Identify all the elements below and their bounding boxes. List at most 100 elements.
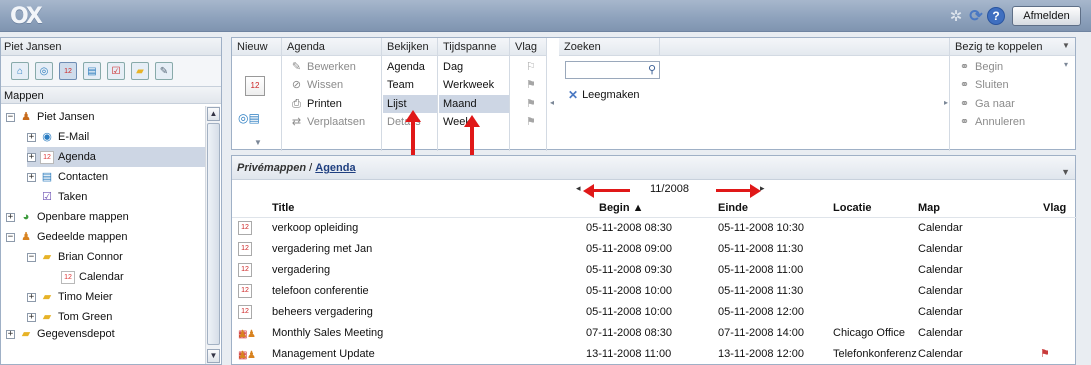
expand-icon[interactable]: + (6, 329, 15, 339)
tree-item-taken[interactable]: ☑ Taken (40, 187, 87, 207)
tasks-icon[interactable]: ▤ (83, 62, 101, 80)
ox-logo: OX (10, 3, 43, 29)
new-contact-icon[interactable]: ◎▤ (238, 111, 260, 125)
tree-item-contacten[interactable]: + ▤ Contacten (27, 167, 108, 187)
scrollbar-thumb[interactable] (207, 123, 220, 345)
table-row[interactable]: 12 vergadering 05-11-2008 09:30 05-11-20… (232, 261, 1077, 281)
column-header-einde[interactable]: Einde (718, 202, 748, 214)
tree-item-label: Contacten (58, 171, 109, 183)
refresh-icon[interactable]: ⟳ (967, 7, 985, 25)
cell-einde: 05-11-2008 11:30 (718, 243, 804, 255)
search-icon[interactable]: ⚲ (648, 63, 656, 76)
column-header-map[interactable]: Map (918, 202, 940, 214)
toolbar-filler (659, 38, 949, 56)
link-annuleren-button[interactable]: ⚭ Annuleren (958, 113, 1025, 131)
tree-item-tom-green[interactable]: + ▰ Tom Green (27, 307, 112, 327)
prev-month-icon[interactable]: ◂ (576, 183, 581, 194)
contacts-icon[interactable]: ◎ (35, 62, 53, 80)
span-maand-button[interactable]: Maand (439, 95, 509, 113)
breadcrumb-parent[interactable]: Privémappen (237, 162, 306, 174)
search-input[interactable]: ⚲ (565, 61, 660, 79)
button-label: Agenda (387, 61, 425, 73)
button-label: Dag (443, 61, 464, 73)
flag-icon[interactable]: ⚑ (526, 95, 536, 113)
expand-icon[interactable]: + (27, 172, 36, 182)
button-label: Annuleren (975, 116, 1026, 128)
section-header: Tijdspanne (438, 38, 509, 56)
column-header-title[interactable]: Title (272, 202, 294, 214)
link-begin-button[interactable]: ⚭ Begin (958, 58, 1003, 76)
flag-icon[interactable]: ⚐ (526, 58, 536, 76)
tree-item-calendar[interactable]: 12 Calendar (61, 267, 124, 287)
table-row[interactable]: 12 vergadering met Jan 05-11-2008 09:00 … (232, 240, 1077, 260)
tree-item-label: E-Mail (58, 131, 90, 143)
collapse-icon[interactable]: − (6, 232, 15, 242)
settings-icon[interactable]: ✎ (155, 62, 173, 80)
expand-icon[interactable]: + (27, 292, 36, 302)
calendar-icon[interactable]: 12 (59, 62, 77, 80)
cell-begin: 05-11-2008 10:00 (586, 285, 673, 297)
column-header-vlag[interactable]: Vlag (1043, 202, 1066, 214)
tree-item-piet-jansen[interactable]: − ♟ Piet Jansen (6, 107, 94, 127)
mappen-header: Mappen (1, 86, 221, 104)
expand-icon[interactable]: + (27, 312, 36, 322)
koppelen-dropdown-icon[interactable]: ▼ (1060, 41, 1072, 53)
table-row[interactable]: 12 verkoop opleiding 05-11-2008 08:30 05… (232, 219, 1077, 239)
expand-icon[interactable]: + (27, 132, 36, 142)
edit-button[interactable]: ✎ Bewerken (290, 58, 356, 76)
mail-icon[interactable]: ⌂ (11, 62, 29, 80)
print-button[interactable]: ⎙ Printen (290, 95, 342, 113)
tree-item-gegevensdepot[interactable]: + ▰ Gegevensdepot (6, 327, 115, 341)
tree-item-openbare-mappen[interactable]: + ◕ Openbare mappen (6, 207, 129, 227)
cell-einde: 05-11-2008 10:30 (718, 222, 805, 234)
expand-toolbar-icon[interactable]: ▼ (254, 138, 262, 147)
flag-icon[interactable]: ⚑ (526, 76, 536, 94)
view-team-button[interactable]: Team (387, 76, 414, 94)
panel-splitter[interactable] (223, 37, 230, 365)
span-werkweek-button[interactable]: Werkweek (443, 76, 494, 94)
table-row[interactable]: 12 telefoon conferentie 05-11-2008 10:00… (232, 282, 1077, 302)
scroll-up-icon[interactable]: ▲ (207, 107, 220, 121)
move-button[interactable]: ⇄ Verplaatsen (290, 113, 365, 131)
table-row[interactable]: 12 beheers vergadering 05-11-2008 10:00 … (232, 303, 1077, 323)
column-header-locatie[interactable]: Locatie (833, 202, 872, 214)
collapse-icon[interactable]: − (6, 112, 15, 122)
tree-item-brian-connor[interactable]: − ▰ Brian Connor (27, 247, 123, 267)
move-icon: ⇄ (291, 115, 302, 128)
folder-icon[interactable]: ▰ (131, 62, 149, 80)
tree-item-label: Piet Jansen (37, 111, 95, 123)
view-agenda-button[interactable]: Agenda (387, 58, 425, 76)
tree-item-label: Calendar (79, 271, 124, 283)
help-icon[interactable]: ? (987, 7, 1005, 25)
infostore-icon[interactable]: ☑ (107, 62, 125, 80)
tree-item-timo-meier[interactable]: + ▰ Timo Meier (27, 287, 113, 307)
expand-icon[interactable]: + (27, 152, 36, 162)
table-row[interactable]: ▦ ♟♟ Management Update 13-11-2008 11:00 1… (232, 345, 1077, 365)
link-sluiten-button[interactable]: ⚭ Sluiten (958, 76, 1009, 94)
expand-icon[interactable]: + (6, 212, 15, 222)
delete-button[interactable]: ⊘ Wissen (290, 76, 343, 94)
tree-item-email[interactable]: + ◉ E-Mail (27, 127, 89, 147)
table-row[interactable]: ▦ ♟♟ Monthly Sales Meeting 07-11-2008 08:… (232, 324, 1077, 344)
flag-icon[interactable]: ⚑ (526, 113, 536, 131)
gear-icon[interactable]: ✲ (947, 7, 965, 25)
tree-item-agenda[interactable]: + 12 Agenda (27, 147, 205, 167)
scroll-menu-icon[interactable]: ▾ (1064, 60, 1068, 69)
tree-scrollbar[interactable]: ▲ ▼ (205, 106, 220, 364)
clear-search-button[interactable]: ✕ Leegmaken (568, 88, 640, 102)
collapse-right-icon[interactable]: ▸ (944, 98, 948, 107)
span-dag-button[interactable]: Dag (443, 58, 463, 76)
red-flag-icon[interactable]: ⚑ (1040, 347, 1050, 360)
new-appointment-icon[interactable]: 12 (245, 76, 265, 96)
collapse-left-icon[interactable]: ◂ (550, 98, 554, 107)
logout-button[interactable]: Afmelden (1012, 6, 1081, 26)
appointment-icon: 12 (238, 284, 252, 298)
breadcrumb-current[interactable]: Agenda (315, 162, 355, 174)
collapse-icon[interactable]: − (27, 252, 36, 262)
tree-item-gedeelde-mappen[interactable]: − ♟ Gedeelde mappen (6, 227, 128, 247)
toolbar-section-koppelen: Bezig te koppelen ▼ ⚭ Begin ⚭ Sluiten ⚭ … (949, 38, 1075, 151)
link-ganaar-button[interactable]: ⚭ Ga naar (958, 95, 1015, 113)
cell-map: Calendar (918, 306, 963, 318)
scroll-down-icon[interactable]: ▼ (207, 349, 220, 363)
column-header-begin[interactable]: Begin ▲ (599, 202, 644, 214)
